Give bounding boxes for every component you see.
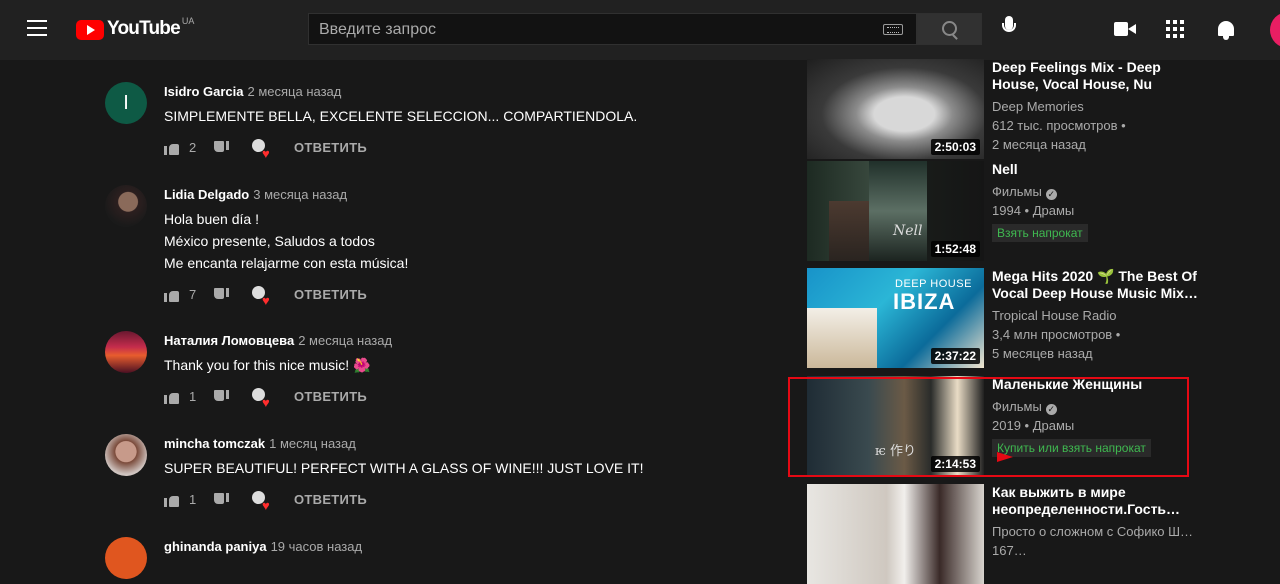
video-views: 167… — [992, 543, 1027, 558]
logo-text: YouTube — [107, 18, 181, 39]
avatar[interactable] — [105, 537, 147, 579]
arrow-annotation-icon — [997, 452, 1013, 462]
thumbnail-logo: ѥ 作り — [875, 444, 916, 459]
search-box — [308, 13, 917, 45]
creator-heart-icon: ♥ — [252, 139, 274, 161]
like-count: 2 — [189, 140, 197, 155]
video-title[interactable]: Как выжить в мире неопределенности.Гость… — [992, 484, 1207, 518]
video-thumbnail[interactable]: DEEP HOUSE IBIZA 2:37:22 — [807, 268, 984, 368]
video-title[interactable]: Nell — [992, 161, 1207, 178]
creator-heart-icon: ♥ — [252, 286, 274, 308]
video-channel[interactable]: Tropical House Radio — [992, 306, 1207, 325]
comment-text: SUPER BEAUTIFUL! PERFECT WITH A GLASS OF… — [164, 457, 744, 479]
avatar[interactable] — [105, 434, 147, 476]
reply-button[interactable]: ОТВЕТИТЬ — [294, 287, 367, 302]
thumbnail-text: IBIZA — [893, 289, 956, 314]
avatar[interactable] — [105, 185, 147, 227]
creator-heart-icon: ♥ — [252, 388, 274, 410]
comment-time[interactable]: 2 месяца назад — [298, 333, 392, 348]
video-thumbnail[interactable]: 2:50:03 — [807, 59, 984, 159]
dislike-icon[interactable] — [214, 141, 230, 155]
comment-text: Thank you for this nice music! 🌺 — [164, 354, 744, 376]
comment-actions: 7 ♥ ОТВЕТИТЬ — [164, 286, 744, 308]
apps-icon[interactable] — [1166, 20, 1184, 38]
verified-icon: ✓ — [1045, 404, 1057, 415]
comment-time[interactable]: 1 месяц назад — [269, 436, 356, 451]
video-channel[interactable]: Deep Memories — [992, 97, 1207, 116]
dislike-icon[interactable] — [214, 493, 230, 507]
notifications-icon[interactable] — [1216, 19, 1236, 41]
creator-heart-icon: ♥ — [252, 491, 274, 513]
video-title[interactable]: Mega Hits 2020 🌱 The Best Of Vocal Deep … — [992, 268, 1207, 302]
comment-actions: 1 ♥ ОТВЕТИТЬ — [164, 388, 744, 410]
video-thumbnail[interactable]: Nell 1:52:48 — [807, 161, 984, 261]
search-button[interactable] — [917, 13, 982, 45]
video-meta: 2019 • Драмы — [992, 418, 1075, 433]
keyboard-icon[interactable] — [883, 24, 903, 35]
reply-button[interactable]: ОТВЕТИТЬ — [294, 389, 367, 404]
like-count: 1 — [189, 389, 197, 404]
video-duration: 2:14:53 — [930, 456, 980, 472]
video-views: 612 тыс. просмотров • — [992, 118, 1126, 133]
like-icon[interactable] — [164, 141, 180, 155]
search-input[interactable] — [317, 20, 861, 40]
comment-line: SUPER BEAUTIFUL! PERFECT WITH A GLASS OF… — [164, 460, 644, 476]
like-icon[interactable] — [164, 390, 180, 404]
video-thumbnail[interactable] — [807, 484, 984, 584]
search-icon — [942, 21, 957, 36]
video-duration: 2:37:22 — [930, 348, 980, 364]
comment-text: SIMPLEMENTE BELLA, EXCELENTE SELECCION..… — [164, 105, 744, 127]
avatar[interactable]: I — [105, 82, 147, 124]
like-icon[interactable] — [164, 288, 180, 302]
top-bar: YouTube UA — [0, 0, 1280, 60]
comment-actions: 2 ♥ ОТВЕТИТЬ — [164, 139, 744, 161]
dislike-icon[interactable] — [214, 288, 230, 302]
comment-time[interactable]: 3 месяца назад — [253, 187, 347, 202]
youtube-play-icon — [76, 20, 104, 40]
like-icon[interactable] — [164, 493, 180, 507]
like-count: 7 — [189, 287, 197, 302]
menu-icon[interactable] — [27, 20, 49, 38]
mic-icon[interactable] — [1000, 16, 1020, 42]
comment-author[interactable]: Наталия Ломовцева — [164, 333, 294, 348]
comment-time[interactable]: 2 месяца назад — [247, 84, 341, 99]
video-title[interactable]: Маленькие Женщины — [992, 376, 1207, 393]
video-channel[interactable]: Фильмы — [992, 184, 1042, 199]
reply-button[interactable]: ОТВЕТИТЬ — [294, 492, 367, 507]
video-channel[interactable]: Просто о сложном с Софико Ш… — [992, 522, 1207, 541]
comment-author[interactable]: Isidro Garcia — [164, 84, 243, 99]
comment-line: Thank you for this nice music! 🌺 — [164, 357, 371, 373]
account-avatar[interactable] — [1270, 12, 1280, 48]
comment-text: Hola buen día ! México presente, Saludos… — [164, 208, 744, 274]
comment-line: México presente, Saludos a todos — [164, 233, 375, 249]
video-channel[interactable]: Фильмы — [992, 399, 1042, 414]
logo-region: UA — [181, 16, 195, 26]
video-thumbnail[interactable]: ѥ 作り 2:14:53 — [807, 376, 984, 476]
comment-line: Hola buen día ! — [164, 211, 259, 227]
avatar[interactable] — [105, 331, 147, 373]
dislike-icon[interactable] — [214, 390, 230, 404]
rent-badge[interactable]: Взять напрокат — [992, 224, 1088, 242]
comment-line: SIMPLEMENTE BELLA, EXCELENTE SELECCION..… — [164, 108, 638, 124]
comment-author[interactable]: Lidia Delgado — [164, 187, 249, 202]
buy-or-rent-badge[interactable]: Купить или взять напрокат — [992, 439, 1151, 457]
comment-author[interactable]: mincha tomczak — [164, 436, 265, 451]
video-title[interactable]: Deep Feelings Mix - Deep House, Vocal Ho… — [992, 59, 1207, 93]
reply-button[interactable]: ОТВЕТИТЬ — [294, 140, 367, 155]
video-age: 2 месяца назад — [992, 137, 1086, 152]
verified-icon: ✓ — [1045, 189, 1057, 200]
create-video-icon[interactable] — [1114, 21, 1138, 37]
like-count: 1 — [189, 492, 197, 507]
youtube-logo[interactable]: YouTube UA — [76, 16, 195, 42]
video-duration: 1:52:48 — [930, 241, 980, 257]
video-age: 5 месяцев назад — [992, 346, 1093, 361]
comment-actions: 1 ♥ ОТВЕТИТЬ — [164, 491, 744, 513]
video-meta: 1994 • Драмы — [992, 203, 1075, 218]
thumbnail-text: Nell — [893, 223, 923, 239]
video-views: 3,4 млн просмотров • — [992, 327, 1121, 342]
comment-line: Me encanta relajarme con esta música! — [164, 255, 409, 271]
video-duration: 2:50:03 — [930, 139, 980, 155]
